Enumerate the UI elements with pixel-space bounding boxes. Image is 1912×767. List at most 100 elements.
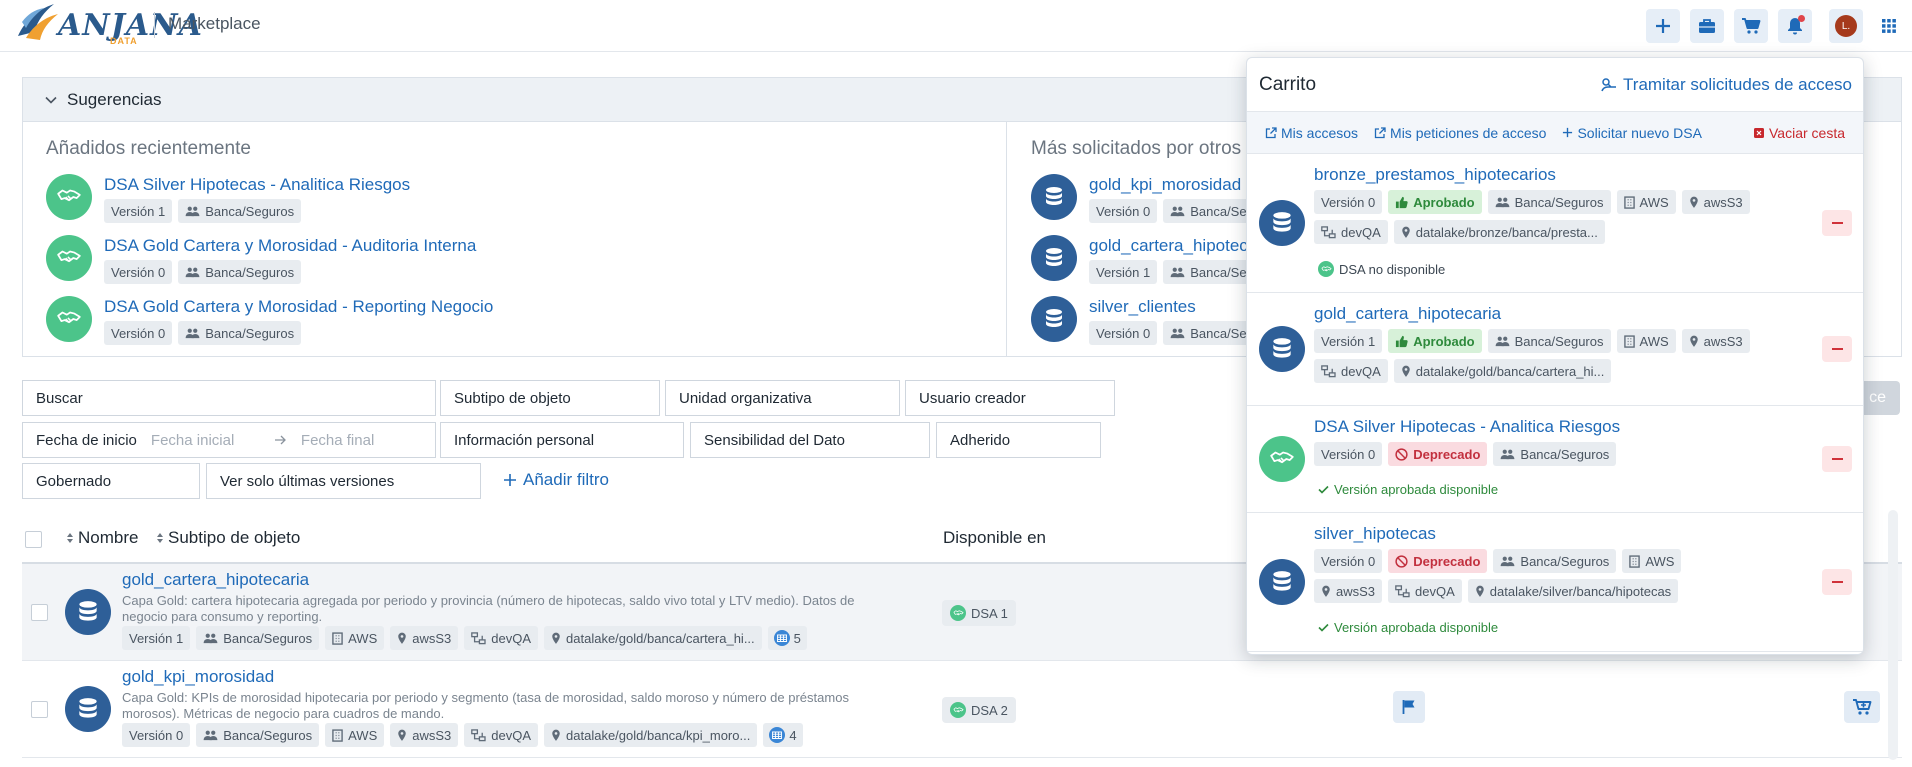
- row-checkbox[interactable]: [31, 604, 48, 621]
- recently-added-column: Añadidos recientemente DSA Silver Hipote…: [23, 122, 1007, 357]
- cart-item-title[interactable]: silver_hipotecas: [1314, 524, 1436, 544]
- notification-dot: [1798, 15, 1805, 22]
- dsa-availability: DSA 1: [942, 600, 1016, 626]
- suggestion-title[interactable]: gold_kpi_morosidad: [1089, 174, 1261, 196]
- empty-cart-button[interactable]: Vaciar cesta: [1754, 125, 1845, 141]
- cloud-tag: AWS: [1622, 549, 1682, 573]
- cart-item[interactable]: DSA Silver Hipotecas - Analitica Riesgos…: [1247, 406, 1863, 513]
- location-pin-icon: [1401, 365, 1411, 378]
- building-icon: [1624, 196, 1635, 209]
- process-requests-button[interactable]: Tramitar solicitudes de acceso: [1601, 75, 1852, 95]
- table-row[interactable]: gold_kpi_morosidad Capa Gold: KPIs de mo…: [22, 661, 1902, 758]
- suggestion-item[interactable]: DSA Gold Cartera y Morosidad - Auditoria…: [46, 235, 476, 287]
- notifications-button[interactable]: [1778, 9, 1812, 43]
- plus-icon: [1656, 19, 1670, 33]
- suggestion-title[interactable]: DSA Silver Hipotecas - Analitica Riesgos: [104, 174, 410, 196]
- header-divider: [154, 12, 155, 38]
- data-sensitivity-filter[interactable]: Sensibilidad del Dato: [690, 422, 930, 458]
- grid-icon: [1882, 19, 1896, 33]
- cart-item-title[interactable]: DSA Silver Hipotecas - Analitica Riesgos: [1314, 417, 1620, 437]
- suggestion-title[interactable]: DSA Gold Cartera y Morosidad - Auditoria…: [104, 235, 476, 257]
- cart-item[interactable]: bronze_prestamos_hipotecarios Versión 0 …: [1247, 154, 1863, 293]
- latest-versions-filter[interactable]: Ver solo últimas versiones: [206, 463, 481, 499]
- apps-button[interactable]: [1872, 9, 1906, 43]
- my-requests-link[interactable]: Mis peticiones de acceso: [1374, 125, 1546, 141]
- dsa-icon: [950, 702, 966, 718]
- personal-info-filter[interactable]: Información personal: [440, 422, 684, 458]
- request-new-dsa-link[interactable]: Solicitar nuevo DSA: [1562, 125, 1702, 141]
- suggestion-item[interactable]: gold_kpi_morosidad Versión 0 Banca/Seg: [1031, 174, 1261, 226]
- users-icon: [1495, 336, 1510, 347]
- version-tag: Versión 1: [1314, 329, 1383, 353]
- name-column-header[interactable]: Nombre: [66, 528, 138, 548]
- dataset-name[interactable]: gold_cartera_hipotecaria: [122, 570, 309, 590]
- cart-button[interactable]: [1734, 9, 1768, 43]
- add-button[interactable]: [1646, 9, 1680, 43]
- org-tag: Banca/Seguros: [1487, 190, 1611, 214]
- available-in-column-header: Disponible en: [943, 528, 1047, 547]
- dataset-description: Capa Gold: KPIs de morosidad hipotecaria…: [122, 690, 849, 721]
- arrow-right-icon: [274, 435, 286, 445]
- thumbs-up-icon: [1395, 335, 1408, 348]
- date-to-input[interactable]: Fecha final: [301, 432, 374, 449]
- select-all-checkbox[interactable]: [25, 531, 42, 548]
- remove-item-button[interactable]: [1822, 569, 1852, 595]
- suggestion-item[interactable]: DSA Silver Hipotecas - Analitica Riesgos…: [46, 174, 410, 226]
- subtype-filter[interactable]: Subtipo de objeto: [440, 380, 660, 416]
- suggestion-item[interactable]: gold_cartera_hipoteca Versión 1 Banca/Se…: [1031, 235, 1261, 287]
- approved-version-note: Versión aprobada disponible: [1318, 620, 1498, 635]
- suggestion-title[interactable]: silver_clientes: [1089, 296, 1261, 318]
- suggestion-title[interactable]: gold_cartera_hipoteca: [1089, 235, 1261, 257]
- remove-item-button[interactable]: [1822, 210, 1852, 236]
- dataset-name[interactable]: gold_kpi_morosidad: [122, 667, 274, 687]
- add-to-cart-button[interactable]: [1844, 691, 1880, 723]
- plus-icon: [504, 474, 516, 486]
- plus-icon: [1563, 127, 1573, 138]
- remove-item-button[interactable]: [1822, 446, 1852, 472]
- my-access-link[interactable]: Mis accesos: [1265, 125, 1358, 141]
- cart-item-title[interactable]: gold_cartera_hipotecaria: [1314, 304, 1501, 324]
- anjana-logo[interactable]: ANJANA DATA: [14, 2, 202, 46]
- org-tag: Banca/Seguros: [196, 626, 320, 650]
- users-icon: [185, 206, 200, 217]
- logo-wing-icon: [18, 4, 58, 40]
- suggestion-item[interactable]: silver_clientes Versión 0 Banca/Seg: [1031, 296, 1261, 348]
- recently-added-title: Añadidos recientemente: [46, 138, 251, 159]
- network-icon: [1395, 585, 1410, 598]
- network-icon: [1321, 365, 1336, 378]
- cart-item[interactable]: silver_hipotecas Versión 0 Deprecado Ban…: [1247, 513, 1863, 652]
- users-icon: [203, 730, 218, 741]
- location-pin-icon: [397, 632, 407, 645]
- chevron-down-icon: [45, 96, 57, 104]
- subtype-column-header[interactable]: Subtipo de objeto: [156, 528, 300, 548]
- environment-tag: devQA: [464, 723, 539, 747]
- search-filter[interactable]: Buscar: [22, 380, 436, 416]
- approved-status-tag: Aprobado: [1388, 190, 1482, 214]
- dataset-description: Capa Gold: cartera hipotecaria agregada …: [122, 593, 855, 624]
- cart-title: Carrito: [1259, 73, 1317, 95]
- remove-item-button[interactable]: [1822, 336, 1852, 362]
- users-icon: [1170, 328, 1185, 339]
- cart-item[interactable]: gold_cartera_hipotecaria Versión 1 Aprob…: [1247, 293, 1863, 406]
- check-icon: [1318, 485, 1329, 494]
- suggestion-item[interactable]: DSA Gold Cartera y Morosidad - Reporting…: [46, 296, 493, 348]
- add-filter-button[interactable]: Añadir filtro: [503, 470, 609, 490]
- date-from-input[interactable]: Fecha inicial: [151, 432, 275, 449]
- approved-version-note: Versión aprobada disponible: [1318, 482, 1498, 497]
- flag-button[interactable]: [1393, 691, 1425, 723]
- briefcase-button[interactable]: [1690, 9, 1724, 43]
- dataset-icon: [1031, 296, 1077, 342]
- governed-filter[interactable]: Gobernado: [22, 463, 200, 499]
- start-date-filter[interactable]: Fecha de inicio Fecha inicial Fecha fina…: [22, 422, 436, 458]
- row-checkbox[interactable]: [31, 701, 48, 718]
- org-tag: Banca/Seguros: [196, 723, 320, 747]
- building-icon: [332, 729, 343, 742]
- users-icon: [1500, 556, 1515, 567]
- suggestion-title[interactable]: DSA Gold Cartera y Morosidad - Reporting…: [104, 296, 493, 318]
- user-menu-button[interactable]: L.: [1829, 9, 1863, 43]
- cart-item-title[interactable]: bronze_prestamos_hipotecarios: [1314, 165, 1556, 185]
- scrollbar[interactable]: [1888, 510, 1898, 760]
- adhered-filter[interactable]: Adherido: [936, 422, 1101, 458]
- creator-filter[interactable]: Usuario creador: [905, 380, 1115, 416]
- org-unit-filter[interactable]: Unidad organizativa: [665, 380, 900, 416]
